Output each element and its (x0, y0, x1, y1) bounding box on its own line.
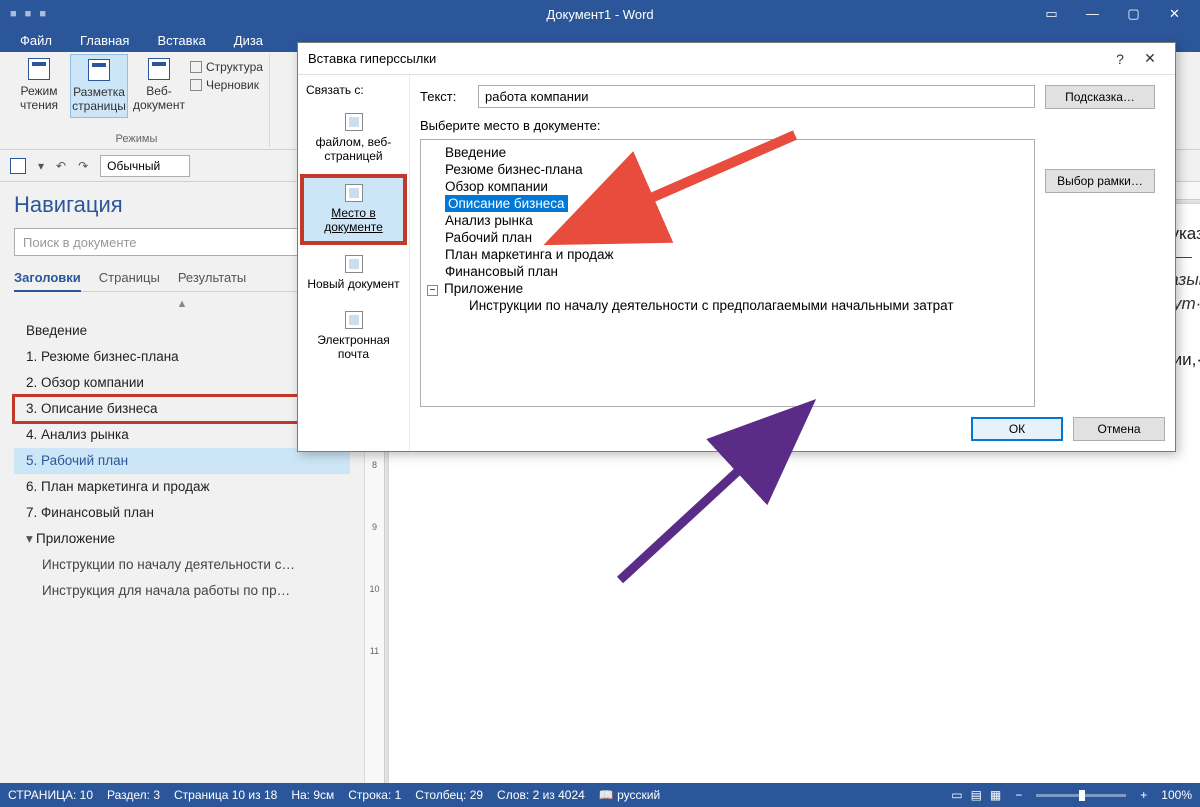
web-layout-button[interactable]: Веб-документ (130, 54, 188, 116)
zoom-level[interactable]: 100% (1161, 788, 1192, 802)
place-list[interactable]: ВведениеРезюме бизнес-планаОбзор компани… (420, 139, 1035, 407)
link-file-web[interactable]: файлом, веб-страницей (302, 105, 405, 172)
minimize-icon[interactable]: — (1085, 6, 1100, 22)
web-view-icon[interactable]: ▦ (990, 788, 1001, 802)
status-lang[interactable]: 📖 русский (599, 788, 660, 802)
print-view-icon[interactable]: ▤ (971, 788, 982, 802)
draft-button[interactable]: Черновик (190, 78, 263, 92)
qat-icon[interactable]: ■ (39, 8, 46, 20)
qat-icon[interactable]: ■ (10, 8, 17, 20)
nav-item[interactable]: ▾Приложение (14, 526, 350, 552)
zoom-in[interactable]: + (1140, 788, 1147, 802)
nav-item[interactable]: Инструкции по началу деятельности с… (14, 552, 350, 578)
status-bar: СТРАНИЦА: 10 Раздел: 3 Страница 10 из 18… (0, 783, 1200, 807)
place-list-item[interactable]: План маркетинга и продаж (425, 246, 1030, 263)
pagelayout-icon (88, 59, 110, 81)
zoom-slider[interactable] (1036, 794, 1126, 797)
undo-icon[interactable]: ↶ (56, 159, 66, 173)
nav-tab-results[interactable]: Результаты (178, 270, 246, 285)
choose-place-label: Выберите место в документе: (420, 118, 1035, 133)
qat: ■ ■ ■ (0, 0, 290, 28)
dialog-close-button[interactable]: ✕ (1135, 50, 1165, 67)
dialog-title: Вставка гиперссылки (308, 51, 436, 66)
close-icon[interactable]: ✕ (1167, 6, 1182, 22)
text-label: Текст: (420, 89, 470, 104)
nav-item[interactable]: Инструкция для начала работы по пр… (14, 578, 350, 604)
mail-icon (345, 311, 363, 329)
screen-tip-button[interactable]: Подсказка… (1045, 85, 1155, 109)
status-line[interactable]: Строка: 1 (348, 788, 401, 802)
zoom-out[interactable]: − (1015, 788, 1022, 802)
globe-icon (345, 113, 363, 131)
bookmark-icon (345, 184, 363, 202)
place-list-item[interactable]: Рабочий план (425, 229, 1030, 246)
status-words[interactable]: Слов: 2 из 4024 (497, 788, 585, 802)
window-title: Документ1 - Word (546, 7, 653, 22)
insert-hyperlink-dialog: Вставка гиперссылки ? ✕ Связать с: файло… (297, 42, 1176, 452)
reading-icon (28, 58, 50, 80)
place-list-item[interactable]: Инструкции по началу деятельности с пред… (425, 297, 1030, 314)
tab-home[interactable]: Главная (66, 30, 143, 51)
dropdown-icon[interactable]: ▾ (38, 159, 44, 173)
tab-file[interactable]: Файл (6, 30, 66, 51)
link-email[interactable]: Электронная почта (302, 303, 405, 370)
group-label: Режимы (10, 133, 263, 147)
place-list-item[interactable]: Финансовый план (425, 263, 1030, 280)
text-input[interactable] (478, 85, 1035, 108)
status-page[interactable]: СТРАНИЦА: 10 (8, 788, 93, 802)
link-place-in-doc[interactable]: Место в документе (302, 176, 405, 243)
outline-button[interactable]: Структура (190, 60, 263, 74)
status-col[interactable]: Столбец: 29 (415, 788, 483, 802)
place-list-item[interactable]: Обзор компании (425, 178, 1030, 195)
place-list-item[interactable]: −Приложение (425, 280, 1030, 297)
reading-mode-button[interactable]: Режим чтения (10, 54, 68, 116)
dialog-help-button[interactable]: ? (1105, 51, 1135, 67)
tab-design[interactable]: Диза (220, 30, 277, 51)
nav-tab-pages[interactable]: Страницы (99, 270, 160, 285)
save-icon[interactable] (10, 158, 26, 174)
ribbon-options-icon[interactable]: ▭ (1044, 6, 1059, 22)
redo-icon[interactable]: ↷ (78, 159, 88, 173)
nav-tab-headings[interactable]: Заголовки (14, 270, 81, 292)
place-list-item[interactable]: Анализ рынка (425, 212, 1030, 229)
page-layout-button[interactable]: Разметка страницы (70, 54, 128, 118)
nav-item[interactable]: 6. План маркетинга и продаж (14, 474, 350, 500)
nav-item[interactable]: 7. Финансовый план (14, 500, 350, 526)
newdoc-icon (345, 255, 363, 273)
link-with-label: Связать с: (300, 79, 407, 101)
maximize-icon[interactable]: ▢ (1126, 6, 1141, 22)
place-list-item[interactable]: Введение (425, 144, 1030, 161)
place-list-item[interactable]: Резюме бизнес-плана (425, 161, 1030, 178)
style-combo[interactable]: Обычный (100, 155, 190, 177)
target-frame-button[interactable]: Выбор рамки… (1045, 169, 1155, 193)
cancel-button[interactable]: Отмена (1073, 417, 1165, 441)
draft-icon (190, 79, 202, 91)
qat-icon[interactable]: ■ (25, 8, 32, 20)
read-view-icon[interactable]: ▭ (951, 788, 962, 802)
web-icon (148, 58, 170, 80)
outline-icon (190, 61, 202, 73)
status-section[interactable]: Раздел: 3 (107, 788, 160, 802)
place-list-item[interactable]: Описание бизнеса (425, 195, 1030, 212)
ok-button[interactable]: ОК (971, 417, 1063, 441)
link-new-doc[interactable]: Новый документ (302, 247, 405, 299)
status-at[interactable]: На: 9см (291, 788, 334, 802)
tab-insert[interactable]: Вставка (143, 30, 219, 51)
titlebar: ■ ■ ■ Документ1 - Word ▭ — ▢ ✕ (0, 0, 1200, 28)
status-pageof[interactable]: Страница 10 из 18 (174, 788, 277, 802)
